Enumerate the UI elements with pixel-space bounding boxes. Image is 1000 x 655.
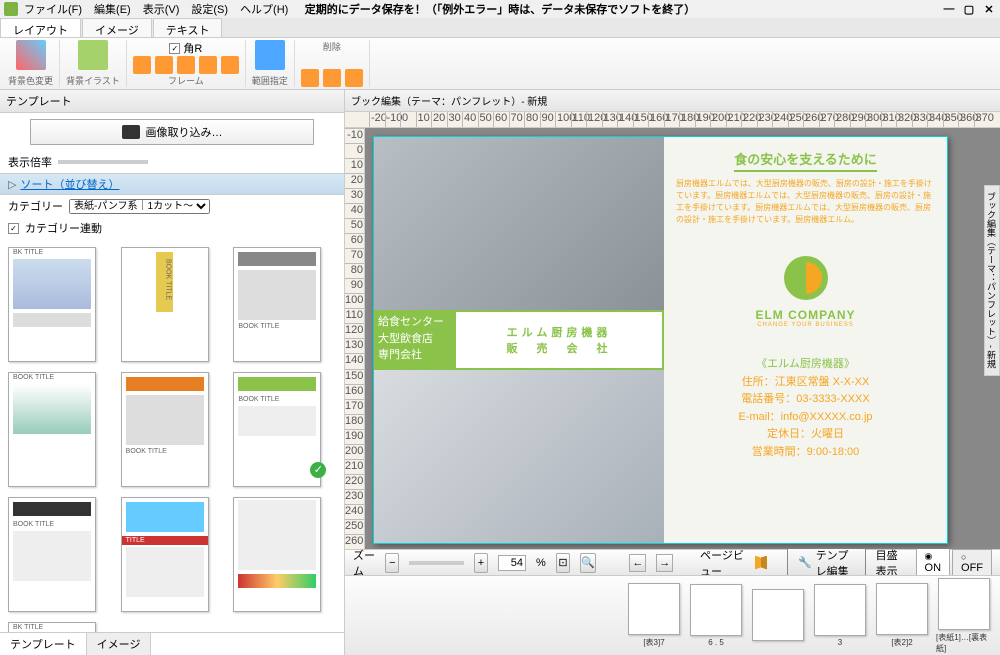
zoom-ratio-label: 表示倍率 (8, 154, 52, 170)
frame-icon-2[interactable] (155, 56, 173, 74)
page-thumbnail[interactable]: [表3]7 (626, 583, 682, 648)
camera-icon (122, 125, 140, 139)
template-item[interactable]: BK TITLE (8, 622, 96, 632)
template-panel-title: テンプレート (0, 90, 344, 113)
page-thumbnail[interactable]: [表紙1]…[裏表紙] (936, 578, 992, 654)
flyer-subtitle: 給食センター大型飲食店専門会社 (374, 310, 454, 370)
page-spread[interactable]: 給食センター大型飲食店専門会社 エルム厨房機器販 売 会 社 食の安心を支えるた… (373, 136, 948, 544)
bottom-tab-template[interactable]: テンプレート (0, 633, 87, 655)
ruler-off-option[interactable]: ○ OFF (952, 549, 992, 577)
template-item[interactable]: BK TITLE (8, 247, 96, 362)
page-prev-button[interactable]: ← (629, 554, 646, 572)
wrench-icon: 🔧 (798, 556, 812, 569)
frame-label: フレーム (168, 74, 204, 87)
frame-icon-4[interactable] (199, 56, 217, 74)
bottom-tab-image[interactable]: イメージ (87, 633, 152, 655)
maximize-button[interactable]: ▢ (962, 3, 976, 16)
book-icon[interactable] (755, 556, 767, 570)
page-next-button[interactable]: → (656, 554, 673, 572)
tab-image[interactable]: イメージ (82, 18, 152, 37)
bg-illust-icon[interactable] (78, 40, 108, 70)
zoom-search-button[interactable]: 🔍 (580, 553, 596, 573)
sort-row[interactable]: ▷ ソート（並び替え） (0, 173, 344, 195)
pageview-label: ページビュー (700, 547, 745, 579)
document-title: ブック編集（テーマ：パンフレット）- 新規 (345, 90, 1000, 112)
ruler-on-option[interactable]: ◉ ON (916, 548, 951, 577)
template-item[interactable]: BOOK TITLE (121, 247, 209, 362)
bg-color-icon[interactable] (16, 40, 46, 70)
template-item[interactable]: BOOK TITLE (121, 372, 209, 487)
minimize-button[interactable]: — (942, 3, 956, 16)
zoom-fit-button[interactable]: ⊡ (556, 553, 570, 573)
frame-icon-5[interactable] (221, 56, 239, 74)
zoom-in-button[interactable]: + (474, 553, 488, 573)
bg-illust-label: 背景イラスト (66, 74, 120, 87)
bg-color-label: 背景色変更 (8, 74, 53, 87)
category-label: カテゴリー (8, 198, 63, 214)
menu-settings[interactable]: 設定(S) (187, 0, 232, 18)
zoom-pct-label: % (536, 557, 546, 569)
company-logo-icon (784, 256, 828, 300)
template-item-selected[interactable]: BOOK TITLE (233, 372, 321, 487)
canvas-area[interactable]: 給食センター大型飲食店専門会社 エルム厨房機器販 売 会 社 食の安心を支えるた… (365, 128, 1000, 549)
tab-layout[interactable]: レイアウト (0, 18, 81, 37)
zoom-label: ズーム (353, 547, 375, 579)
template-item[interactable]: BOOK TITLE (233, 247, 321, 362)
delete-label: 削除 (323, 40, 341, 53)
category-link-checkbox[interactable]: ✓ (8, 223, 19, 234)
category-select[interactable]: 表紙‐パンフ系｜1カット～ (69, 199, 210, 214)
flyer-body-text: 厨房機器エルムでは、大型厨房機器の販売、厨房の設計・施工を手掛けています。厨房機… (676, 178, 935, 226)
ruler-display-label: 目盛表示 (876, 547, 906, 579)
delete-icon-2[interactable] (323, 69, 341, 87)
zoom-out-button[interactable]: − (385, 553, 399, 573)
template-item[interactable] (233, 497, 321, 612)
company-logo-text: ELM COMPANY (755, 308, 855, 322)
horizontal-ruler: -20-100102030405060708090100110120130140… (345, 112, 1000, 128)
import-image-button[interactable]: 画像取り込み… (30, 119, 314, 145)
page-thumbnail[interactable]: [表2]2 (874, 583, 930, 648)
flyer-photo-bottom (374, 370, 664, 543)
flyer-title: エルム厨房機器販 売 会 社 (454, 310, 664, 370)
category-link-label: カテゴリー連動 (25, 220, 102, 236)
frame-icon-1[interactable] (133, 56, 151, 74)
sort-expand-icon: ▷ (8, 178, 16, 191)
menu-help[interactable]: ヘルプ(H) (236, 0, 292, 18)
range-label: 範囲指定 (252, 74, 288, 87)
app-icon (4, 2, 18, 16)
page-thumbnail[interactable]: 6 . 5 (688, 584, 744, 647)
company-tagline: CHANGE YOUR BUSINESS (757, 322, 854, 328)
template-item[interactable]: BOOK TITLE (8, 497, 96, 612)
page-thumbnail[interactable] (750, 589, 806, 643)
flyer-heading: 食の安心を支えるために (734, 149, 877, 172)
zoom-ratio-slider[interactable] (58, 160, 148, 164)
vertical-ruler: -100102030405060708090100110120130140150… (345, 128, 365, 549)
template-item[interactable]: TITLE (121, 497, 209, 612)
range-icon[interactable] (255, 40, 285, 70)
delete-icon-3[interactable] (345, 69, 363, 87)
template-item[interactable]: BOOK TITLE (8, 372, 96, 487)
flyer-photo-top (374, 137, 664, 310)
corner-r-checkbox[interactable]: ✓ (169, 43, 180, 54)
side-tab[interactable]: ブック編集（テーマ：パンフレット）- 新規 (984, 185, 1000, 376)
zoom-input[interactable] (498, 555, 526, 571)
tab-text[interactable]: テキスト (153, 18, 223, 37)
menu-view[interactable]: 表示(V) (139, 0, 184, 18)
page-thumbnail[interactable]: 3 (812, 584, 868, 647)
zoom-slider[interactable] (409, 561, 463, 565)
close-button[interactable]: ✕ (982, 3, 996, 16)
menu-file[interactable]: ファイル(F) (20, 0, 86, 18)
frame-icon-3[interactable] (177, 56, 195, 74)
corner-r-label: 角R (183, 40, 202, 56)
menu-edit[interactable]: 編集(E) (90, 0, 135, 18)
delete-icon-1[interactable] (301, 69, 319, 87)
contact-info: 《エルム厨房機器》 住所：江東区常盤 X-X-XX電話番号：03-3333-XX… (738, 356, 872, 462)
window-title: 定期的にデータ保存を！（「例外エラー」時は、データ未保存でソフトを終了） (305, 1, 696, 17)
